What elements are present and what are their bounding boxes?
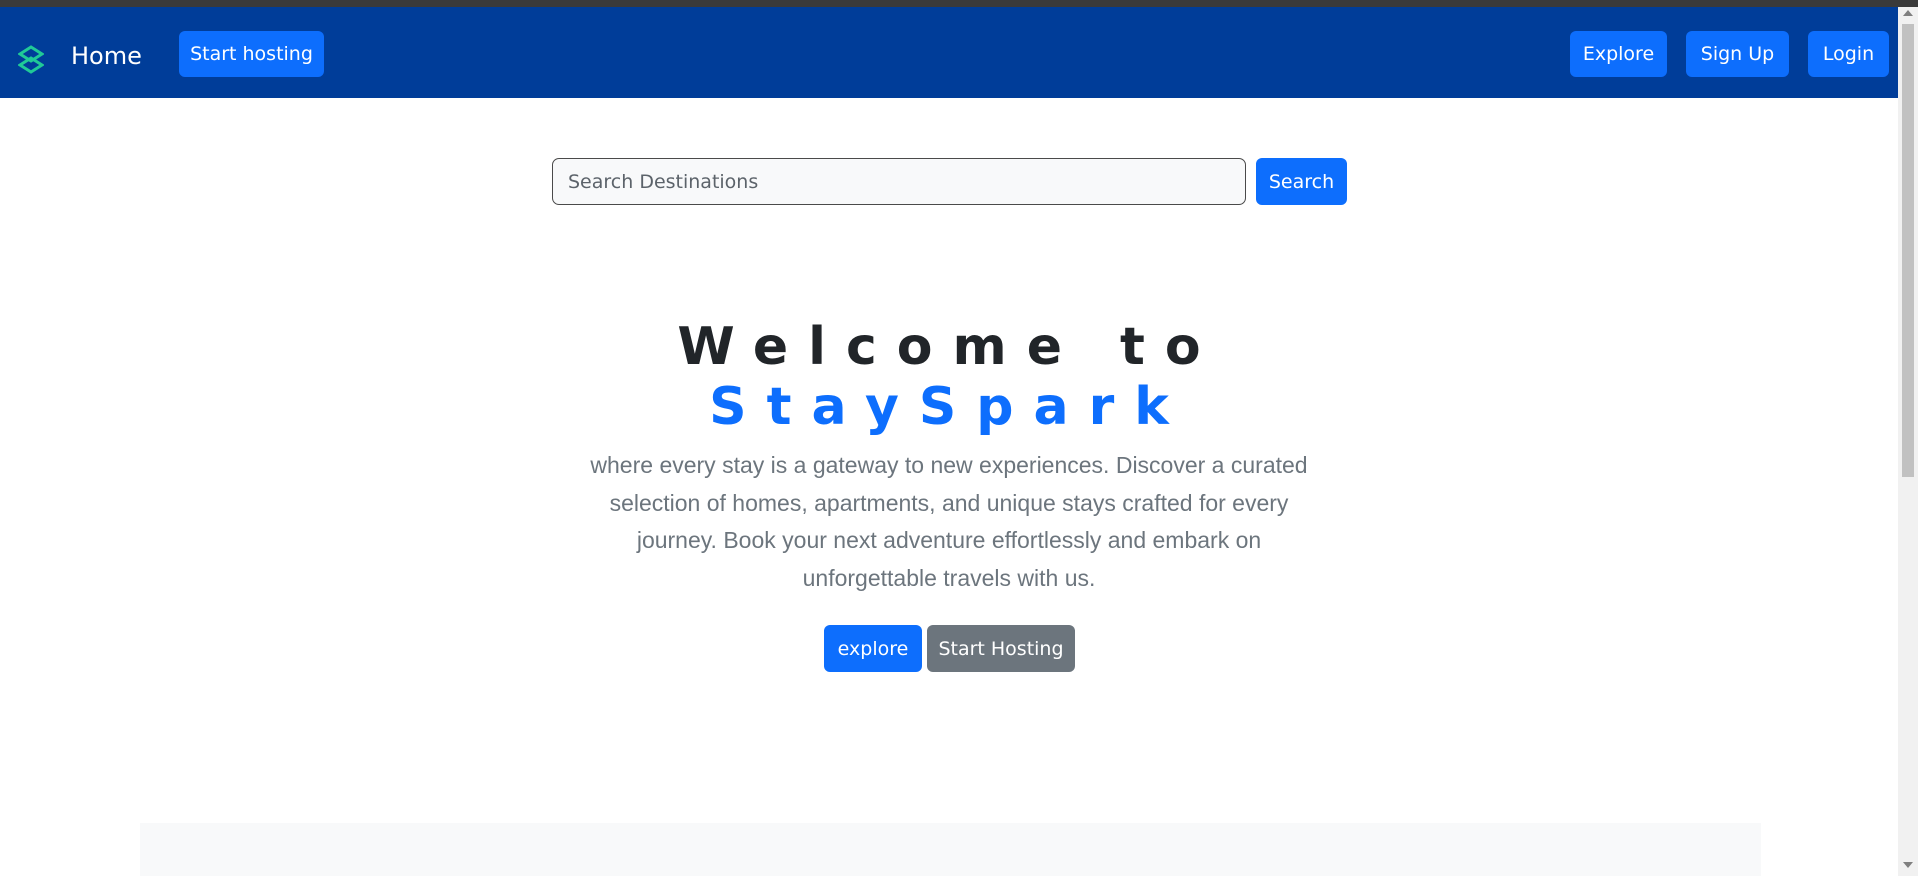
scrollbar-thumb[interactable] — [1902, 24, 1914, 477]
stayspark-logo-icon[interactable] — [18, 45, 44, 75]
hero-brand-name: StaySpark — [709, 377, 1189, 437]
home-link[interactable]: Home — [71, 38, 142, 74]
content-section — [140, 823, 1761, 876]
search-button[interactable]: Search — [1256, 158, 1347, 205]
window-top-strip — [0, 0, 1918, 7]
hero-tagline: where every stay is a gateway to new exp… — [590, 452, 1308, 591]
login-button[interactable]: Login — [1808, 31, 1889, 77]
navbar: Home Start hosting Explore Sign Up Login — [0, 7, 1898, 98]
start-hosting-nav-button[interactable]: Start hosting — [179, 31, 324, 77]
scroll-down-arrow-icon[interactable] — [1903, 862, 1913, 868]
hero-explore-button[interactable]: explore — [824, 625, 922, 672]
explore-nav-button[interactable]: Explore — [1570, 31, 1667, 77]
hero-start-hosting-button[interactable]: Start Hosting — [927, 625, 1075, 672]
signup-button[interactable]: Sign Up — [1686, 31, 1789, 77]
scroll-up-arrow-icon[interactable] — [1903, 10, 1913, 16]
search-input[interactable] — [552, 158, 1246, 205]
hero-title: Welcome to — [677, 317, 1221, 377]
